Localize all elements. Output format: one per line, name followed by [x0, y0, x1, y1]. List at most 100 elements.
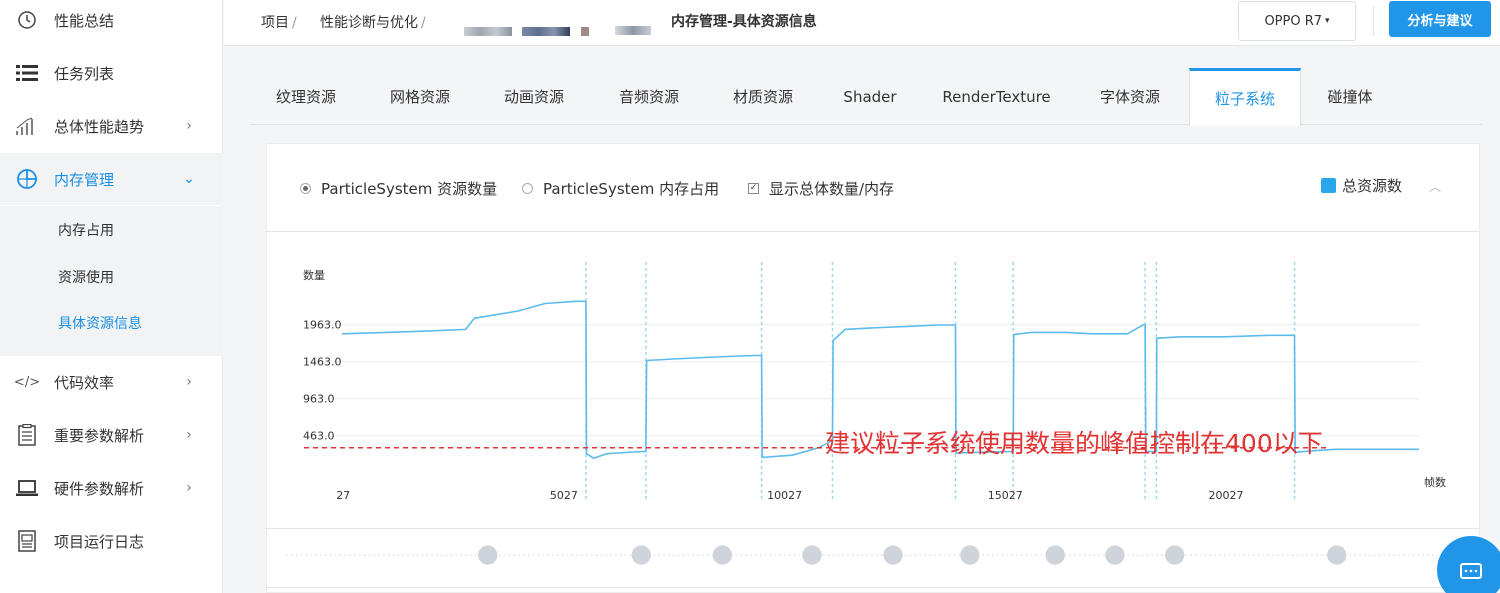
- sidebar-item-label: 代码效率: [54, 373, 115, 392]
- x-tick-label: 15027: [988, 489, 1023, 502]
- breadcrumb-label: 项目: [261, 15, 289, 31]
- event-markers: [585, 262, 1296, 502]
- x-tick-labels: 27 5027 10027 15027 20027: [336, 489, 1243, 502]
- legend-label: 总资源数: [1342, 177, 1403, 195]
- top-header: 项目 / 性能诊断与优化 / 内存管理-具体资源信息 OPPO R7 ▾ 分析与建议: [224, 0, 1500, 46]
- sidebar: 内存占用 资源使用 具体资源信息 性能总结 任务列表 总体性能趋势 › 内存管理…: [0, 0, 223, 593]
- breadcrumb-label: 性能诊断与优化: [320, 15, 418, 31]
- sidebar-item-label: 总体性能趋势: [54, 117, 145, 136]
- chevron-right-icon: ›: [186, 118, 192, 134]
- sidebar-item-label: 重要参数解析: [54, 426, 145, 445]
- breadcrumb-separator: /: [421, 15, 426, 31]
- x-tick-label: 27: [336, 489, 350, 502]
- chart-options-bar: ParticleSystem 资源数量 ParticleSystem 内存占用 …: [267, 144, 1479, 232]
- submenu-item-memory-usage[interactable]: 内存占用: [58, 220, 114, 240]
- resource-tabs: 纹理资源 网格资源 动画资源 音频资源 材质资源 Shader RenderTe…: [250, 68, 1482, 126]
- header-divider: [1373, 6, 1374, 36]
- sidebar-item-code-efficiency[interactable]: </> 代码效率 ›: [0, 356, 223, 408]
- timeline-marker-dot[interactable]: [631, 545, 651, 565]
- timeline-marker-dot[interactable]: [478, 545, 498, 565]
- chevron-right-icon: ›: [186, 480, 192, 496]
- code-icon: </>: [13, 374, 41, 390]
- breadcrumb-project[interactable]: 项目 /: [261, 12, 297, 32]
- sidebar-item-label: 项目运行日志: [54, 532, 145, 551]
- y-tick-labels: 1963.0 1463.0 963.0 463.0: [303, 319, 342, 443]
- chevron-right-icon: ›: [186, 427, 192, 443]
- sidebar-item-label: 内存管理: [54, 170, 115, 189]
- caret-down-icon: ▾: [1325, 16, 1330, 26]
- list-icon: [14, 62, 40, 84]
- tab-mesh[interactable]: 网格资源: [370, 68, 470, 125]
- chevron-down-icon: ⌄: [183, 171, 195, 187]
- sidebar-item-label: 任务列表: [54, 64, 115, 83]
- x-tick-label: 5027: [550, 489, 578, 502]
- device-select-value: OPPO R7: [1264, 13, 1323, 29]
- timeline-marker-dot[interactable]: [1164, 545, 1185, 565]
- timeline-marker-dot[interactable]: [802, 545, 822, 565]
- tab-texture[interactable]: 纹理资源: [256, 68, 356, 125]
- sidebar-item-key-params[interactable]: 重要参数解析 ›: [0, 409, 223, 461]
- sidebar-item-label: 硬件参数解析: [54, 479, 145, 498]
- sidebar-item-tasks[interactable]: 任务列表: [0, 47, 223, 99]
- sidebar-item-summary[interactable]: 性能总结: [0, 0, 223, 46]
- tab-shader[interactable]: Shader: [820, 68, 920, 125]
- radio-checked[interactable]: [300, 183, 311, 194]
- submenu-item-resource-usage[interactable]: 资源使用: [58, 267, 114, 287]
- collapse-icon[interactable]: ︿: [1429, 178, 1441, 195]
- timeline-marker-dot[interactable]: [712, 545, 733, 565]
- option-label: 显示总体数量/内存: [769, 180, 895, 198]
- y-axis-label: 数量: [303, 269, 325, 282]
- sidebar-item-memory[interactable]: 内存管理 ⌄: [0, 153, 223, 205]
- tab-rendertexture[interactable]: RenderTexture: [930, 68, 1063, 125]
- breadcrumb-separator: /: [292, 15, 297, 31]
- log-icon: [14, 530, 40, 552]
- analysis-suggestions-button[interactable]: 分析与建议: [1389, 1, 1491, 37]
- option-label: ParticleSystem 资源数量: [321, 180, 498, 198]
- submenu-item-resource-detail[interactable]: 具体资源信息: [58, 313, 142, 333]
- legend-swatch: [1321, 178, 1336, 193]
- tab-font[interactable]: 字体资源: [1080, 68, 1180, 125]
- timeline-slider[interactable]: [266, 528, 1480, 588]
- device-select[interactable]: OPPO R7 ▾: [1238, 1, 1356, 41]
- y-tick-label: 1463.0: [303, 356, 342, 369]
- tab-collider[interactable]: 碰撞体: [1300, 68, 1400, 125]
- sidebar-item-performance-trend[interactable]: 总体性能趋势 ›: [0, 100, 223, 152]
- timeline-marker-dot[interactable]: [960, 545, 980, 565]
- chart-gridlines: [304, 324, 1419, 437]
- checkbox-checked[interactable]: ✓: [748, 183, 759, 194]
- laptop-icon: [14, 477, 40, 499]
- x-tick-label: 10027: [767, 489, 802, 502]
- x-tick-label: 20027: [1208, 489, 1243, 502]
- pie-chart-icon: [14, 168, 40, 190]
- memory-submenu: 内存占用 资源使用 具体资源信息: [0, 206, 223, 356]
- tab-material[interactable]: 材质资源: [713, 68, 813, 125]
- sidebar-item-hardware-params[interactable]: 硬件参数解析 ›: [0, 462, 223, 514]
- timeline-markers[interactable]: [478, 545, 1347, 565]
- page-title: 内存管理-具体资源信息: [671, 14, 817, 30]
- bar-chart-icon: [14, 115, 40, 137]
- y-tick-label: 963.0: [303, 393, 335, 406]
- radio-unchecked[interactable]: [522, 183, 533, 194]
- app-root: 内存占用 资源使用 具体资源信息 性能总结 任务列表 总体性能趋势 › 内存管理…: [0, 0, 1500, 593]
- option-show-total[interactable]: ✓ 显示总体数量/内存: [748, 178, 894, 199]
- tab-audio[interactable]: 音频资源: [599, 68, 699, 125]
- clipboard-icon: [14, 424, 40, 446]
- sidebar-item-run-log[interactable]: 项目运行日志: [0, 515, 223, 567]
- chevron-right-icon: ›: [186, 374, 192, 390]
- tab-particle-system[interactable]: 粒子系统: [1189, 68, 1301, 126]
- x-axis-label: 帧数: [1424, 475, 1446, 489]
- tab-animation[interactable]: 动画资源: [484, 68, 584, 125]
- option-label: ParticleSystem 内存占用: [543, 180, 720, 198]
- timeline-marker-dot[interactable]: [1045, 545, 1065, 565]
- option-memory-usage[interactable]: ParticleSystem 内存占用: [522, 178, 719, 199]
- timeline-marker-dot[interactable]: [883, 545, 903, 565]
- timeline-marker-dot[interactable]: [1105, 545, 1125, 565]
- y-tick-label: 463.0: [303, 430, 335, 443]
- resource-count-chart: 数量 帧数 1963.0 1463.0 963.0 463.0 27 5027 10027…: [303, 262, 1446, 502]
- option-resource-count[interactable]: ParticleSystem 资源数量: [300, 178, 497, 199]
- breadcrumb-diagnosis[interactable]: 性能诊断与优化 /: [320, 12, 426, 32]
- chat-button[interactable]: [1437, 536, 1500, 593]
- chart-annotation: 建议粒子系统使用数量的峰值控制在400以下: [825, 429, 1323, 458]
- chart-legend[interactable]: 总资源数: [1321, 175, 1402, 196]
- timeline-marker-dot[interactable]: [1327, 545, 1347, 565]
